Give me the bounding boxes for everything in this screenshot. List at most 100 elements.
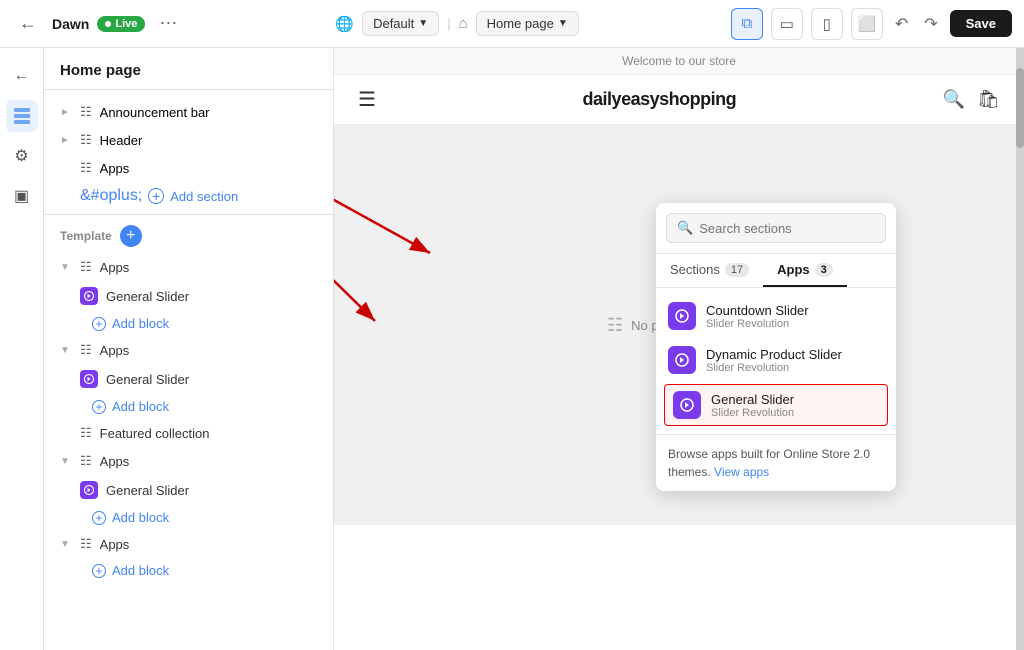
back-button[interactable]: ←: [12, 8, 44, 40]
add-block-label-1: Add block: [112, 316, 169, 331]
apps-label-3: Apps: [100, 454, 130, 469]
chevron-right-icon: ►: [60, 107, 72, 118]
popup-search-area: 🔍: [656, 203, 896, 254]
add-section-popup: 🔍 Sections 17 Apps 3: [656, 203, 896, 491]
popup-item-dynamic[interactable]: Dynamic Product Slider Slider Revolution: [656, 338, 896, 382]
panel-header: Home page: [44, 48, 333, 90]
section-label: Announcement bar: [100, 105, 210, 120]
section-grid-icon: ☷: [80, 104, 92, 120]
app-icon-svg: [83, 290, 95, 302]
general-slider-label-2: General Slider: [106, 372, 189, 387]
apps-tab-label: Apps: [777, 262, 810, 277]
template-add-button[interactable]: +: [120, 225, 142, 247]
dynamic-icon-svg: [674, 352, 690, 368]
dynamic-item-text: Dynamic Product Slider Slider Revolution: [706, 347, 842, 374]
sections-icon: [13, 107, 31, 125]
hamburger-icon: ☰: [358, 87, 376, 112]
apps-grid-icon-3: ☷: [80, 453, 92, 469]
icon-sidebar: ← ⚙ ▣: [0, 48, 44, 650]
page-selector[interactable]: Home page ▼: [476, 11, 579, 36]
apps-grid-icon-2: ☷: [80, 342, 92, 358]
settings-nav-button[interactable]: ⚙: [6, 140, 38, 172]
popup-item-general[interactable]: General Slider Slider Revolution: [664, 384, 888, 426]
section-item-featured[interactable]: ☷ Featured collection: [44, 419, 333, 447]
save-button[interactable]: Save: [950, 10, 1012, 37]
view-apps-link[interactable]: View apps: [714, 465, 769, 479]
general-slider-item-1[interactable]: General Slider: [44, 281, 333, 311]
sections-list: ► ☷ Announcement bar ► ☷ Header ☷ Apps &…: [44, 90, 333, 650]
redo-button[interactable]: ↷: [920, 10, 941, 38]
section-label: Apps: [100, 161, 130, 176]
panel-title: Home page: [60, 62, 141, 79]
section-grid-icon: ☷: [80, 160, 92, 176]
add-block-button-1[interactable]: + Add block: [44, 311, 333, 336]
chevron-down-icon-2: ▼: [60, 345, 72, 356]
add-block-label-3: Add block: [112, 510, 169, 525]
more-button[interactable]: ⋯: [153, 11, 183, 36]
tab-apps[interactable]: Apps 3: [763, 254, 847, 287]
undo-button[interactable]: ↶: [891, 10, 912, 38]
add-section-label: Add section: [170, 189, 238, 204]
general-slider-item-2[interactable]: General Slider: [44, 364, 333, 394]
default-selector[interactable]: Default ▼: [362, 11, 439, 36]
add-block-icon-2: +: [92, 400, 106, 414]
sections-nav-button[interactable]: [6, 100, 38, 132]
topbar: ← Dawn Live ⋯ 🌐 Default ▼ | ⌂ Home page …: [0, 0, 1024, 48]
desktop-view-button[interactable]: ⧉: [731, 8, 763, 40]
search-sections-input[interactable]: [699, 221, 875, 236]
sections-tab-label: Sections: [670, 262, 720, 277]
apps-nav-button[interactable]: ▣: [6, 180, 38, 212]
search-field-wrapper: 🔍: [666, 213, 886, 243]
tablet-view-button[interactable]: ▭: [771, 8, 803, 40]
add-block-icon-4: +: [92, 564, 106, 578]
preview-area: Welcome to our store ☰ dailyeasyshopping…: [334, 48, 1024, 650]
section-item-apps-2[interactable]: ▼ ☷ Apps: [44, 336, 333, 364]
theme-name: Dawn: [52, 16, 89, 32]
template-label: Template: [60, 229, 112, 243]
search-icon[interactable]: 🔍: [943, 89, 965, 110]
store-welcome-bar: Welcome to our store: [334, 48, 1024, 75]
add-icon-circle: +: [148, 188, 164, 204]
store-nav-icons: 🔍 🛍: [943, 89, 1000, 110]
add-block-button-3[interactable]: + Add block: [44, 505, 333, 530]
back-nav-button[interactable]: ←: [6, 60, 38, 92]
add-block-icon-3: +: [92, 511, 106, 525]
store-nav: ☰ dailyeasyshopping 🔍 🛍: [334, 75, 1024, 125]
apps-label-2: Apps: [100, 343, 130, 358]
add-block-button-4[interactable]: + Add block: [44, 558, 333, 583]
mobile-view-button[interactable]: ▯: [811, 8, 843, 40]
section-item-announcement[interactable]: ► ☷ Announcement bar: [44, 98, 333, 126]
popup-tabs: Sections 17 Apps 3: [656, 254, 896, 288]
section-label: Header: [100, 133, 143, 148]
section-item-header[interactable]: ► ☷ Header: [44, 126, 333, 154]
topbar-left: ← Dawn Live ⋯: [12, 8, 183, 40]
apps-tab-count: 3: [815, 263, 833, 277]
page-chevron-icon: ▼: [558, 18, 568, 29]
share-button[interactable]: ⬜: [851, 8, 883, 40]
section-item-apps-3[interactable]: ▼ ☷ Apps: [44, 447, 333, 475]
topbar-separator: |: [447, 16, 450, 31]
tab-sections[interactable]: Sections 17: [656, 254, 763, 287]
popup-item-countdown[interactable]: Countdown Slider Slider Revolution: [656, 294, 896, 338]
chevron-down-icon: ▼: [60, 262, 72, 273]
add-block-button-2[interactable]: + Add block: [44, 394, 333, 419]
section-item-apps-1[interactable]: ▼ ☷ Apps: [44, 253, 333, 281]
live-label: Live: [115, 18, 137, 30]
general-item-text: General Slider Slider Revolution: [711, 392, 794, 419]
section-item-apps-4[interactable]: ▼ ☷ Apps: [44, 530, 333, 558]
store-logo: dailyeasyshopping: [583, 89, 737, 110]
featured-grid-icon: ☷: [80, 425, 92, 441]
chevron-right-icon: ►: [60, 135, 72, 146]
scrollbar-thumb[interactable]: [1016, 68, 1024, 148]
topbar-center: 🌐 Default ▼ | ⌂ Home page ▼: [195, 11, 718, 36]
countdown-icon-svg: [674, 308, 690, 324]
add-section-button[interactable]: &#oplus; + Add section: [64, 182, 333, 210]
slider-app-icon-2: [80, 370, 98, 388]
apps-grid-icon-4: ☷: [80, 536, 92, 552]
search-icon-sm: 🔍: [677, 220, 693, 236]
cart-icon[interactable]: 🛍: [977, 89, 1000, 110]
general-slider-item-3[interactable]: General Slider: [44, 475, 333, 505]
section-item-apps-top[interactable]: ☷ Apps: [44, 154, 333, 182]
sections-tab-count: 17: [725, 263, 749, 277]
general-slider-label-3: General Slider: [106, 483, 189, 498]
